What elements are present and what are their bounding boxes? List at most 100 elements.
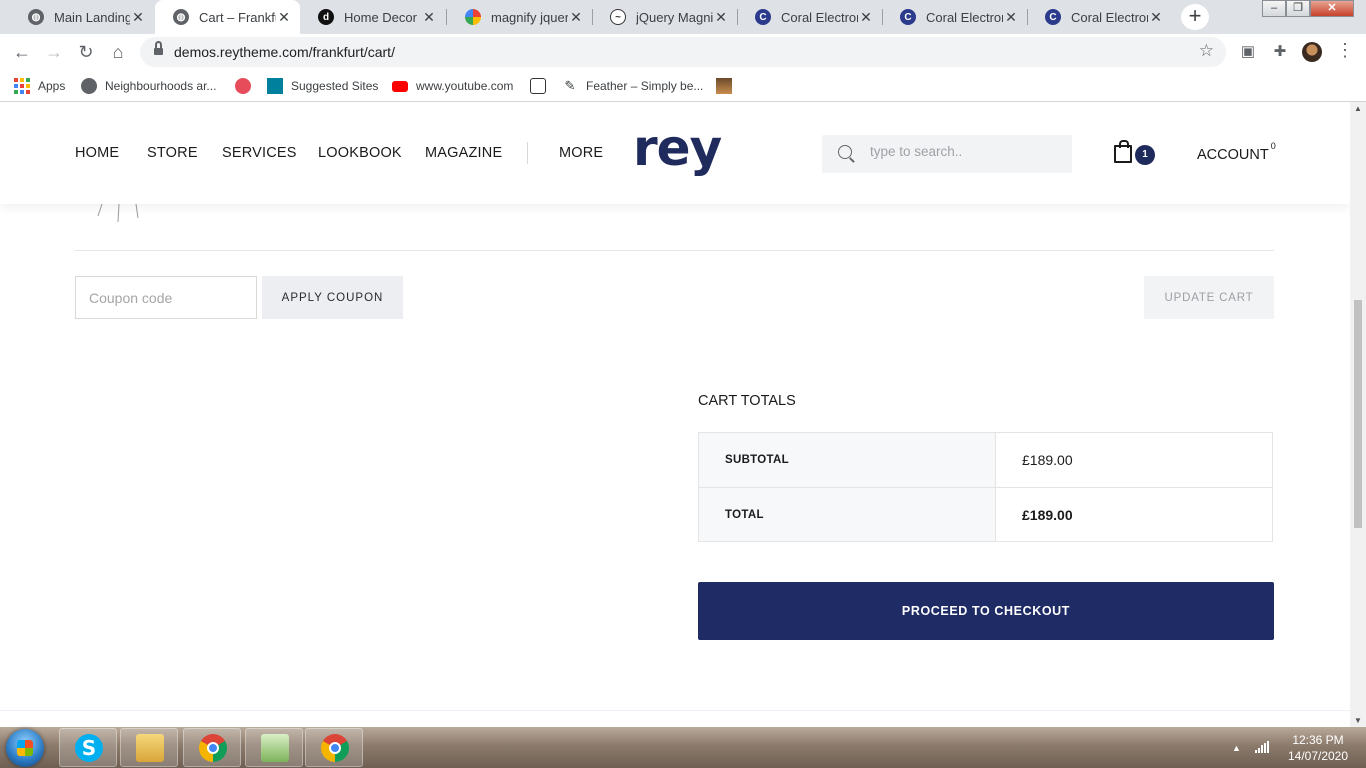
window-close-button[interactable]: ✕: [1310, 0, 1354, 17]
menu-store[interactable]: STORE: [147, 145, 198, 161]
clock-date: 14/07/2020: [1287, 749, 1349, 763]
close-tab-icon[interactable]: ✕: [713, 9, 729, 26]
bookmark-thumbnail[interactable]: [716, 76, 740, 96]
browser-tab[interactable]: ~ jQuery Magnifi ✕: [592, 0, 737, 34]
scrollbar-thumb[interactable]: [1354, 300, 1362, 528]
subtotal-row: SUBTOTAL £189.00: [699, 433, 1272, 487]
menu-lookbook[interactable]: LOOKBOOK: [318, 145, 402, 161]
globe-icon: ◍: [173, 9, 189, 25]
apply-coupon-button[interactable]: APPLY COUPON: [262, 276, 403, 319]
bookmark-pinwheel[interactable]: [235, 76, 259, 96]
reload-icon[interactable]: ↻: [74, 40, 98, 64]
bookmark-neighbourhoods[interactable]: Neighbourhoods ar...: [81, 76, 216, 96]
bookmark-youtube[interactable]: www.youtube.com: [392, 76, 513, 96]
taskbar-chrome[interactable]: [183, 728, 241, 767]
subtotal-label: SUBTOTAL: [699, 433, 996, 487]
subtotal-value: £189.00: [1022, 452, 1073, 468]
jquery-icon: ~: [610, 9, 626, 25]
chrome-icon: [199, 734, 227, 762]
close-tab-icon[interactable]: ✕: [568, 9, 584, 26]
windows-taskbar: S ▲ 12:36 PM 14/07/2020: [0, 727, 1366, 768]
google-icon: [465, 9, 481, 25]
profile-avatar[interactable]: [1302, 42, 1322, 62]
close-tab-icon[interactable]: ✕: [1148, 9, 1164, 26]
account-label: ACCOUNT: [1197, 146, 1269, 163]
update-cart-button[interactable]: UPDATE CART: [1144, 276, 1274, 319]
site-logo[interactable]: rey: [633, 119, 722, 177]
shopping-bag-icon[interactable]: [1114, 140, 1132, 163]
browser-tab-active[interactable]: ◍ Cart – Frankfurt ✕: [155, 0, 300, 34]
site-header: HOME STORE SERVICES LOOKBOOK MAGAZINE MO…: [0, 102, 1350, 204]
browser-tab[interactable]: ◍ Main Landing P ✕: [10, 0, 154, 34]
footer-strip: [0, 710, 1350, 711]
coupon-code-input[interactable]: [75, 276, 257, 319]
search-input[interactable]: [870, 144, 1060, 159]
back-arrow-icon[interactable]: ←: [10, 40, 34, 64]
url-text[interactable]: demos.reytheme.com/frankfurt/cart/: [174, 44, 395, 60]
start-button[interactable]: [6, 729, 44, 767]
clock-time: 12:36 PM: [1292, 733, 1344, 747]
browser-tab[interactable]: C Coral Electronic ✕: [882, 0, 1027, 34]
page-scrollbar[interactable]: ▲ ▼: [1350, 102, 1366, 727]
globe-icon: ◍: [28, 9, 44, 25]
forward-arrow-icon[interactable]: →: [42, 40, 66, 64]
coral-icon: C: [900, 9, 916, 25]
network-signal-icon[interactable]: [1255, 741, 1269, 753]
close-tab-icon[interactable]: ✕: [421, 9, 437, 26]
globe-icon: [81, 78, 97, 94]
browser-tab[interactable]: magnify jquery ✕: [447, 0, 592, 34]
close-tab-icon[interactable]: ✕: [130, 9, 146, 26]
bookmark-feather[interactable]: ✎ Feather – Simply be...: [562, 76, 704, 96]
search-icon[interactable]: [838, 145, 852, 159]
taskbar-skype[interactable]: S: [59, 728, 117, 767]
bookmark-figure[interactable]: [530, 76, 554, 96]
restore-button[interactable]: ❐: [1286, 0, 1310, 17]
total-label: TOTAL: [699, 488, 996, 541]
cart-count-badge[interactable]: 1: [1135, 145, 1155, 165]
cart-totals-table: SUBTOTAL £189.00 TOTAL £189.00: [698, 432, 1273, 542]
system-clock[interactable]: 12:36 PM 14/07/2020: [1280, 732, 1356, 764]
site-search[interactable]: [822, 135, 1072, 173]
scroll-down-arrow-icon[interactable]: ▼: [1350, 716, 1366, 725]
extensions-puzzle-icon[interactable]: ✚: [1270, 42, 1290, 62]
tray-expand-icon[interactable]: ▲: [1232, 743, 1241, 753]
close-tab-icon[interactable]: ✕: [1003, 9, 1019, 26]
chrome-icon: [321, 734, 349, 762]
browser-tab[interactable]: C Coral Electronic ✕: [737, 0, 882, 34]
bookmark-star-icon[interactable]: ☆: [1199, 41, 1214, 61]
new-tab-button[interactable]: +: [1181, 4, 1209, 30]
menu-services[interactable]: SERVICES: [222, 145, 297, 161]
browser-toolbar: ← → ↻ ⌂ demos.reytheme.com/frankfurt/car…: [0, 34, 1366, 70]
taskbar-editor[interactable]: [245, 728, 303, 767]
menu-divider: [527, 142, 528, 164]
cart-table-divider: [75, 250, 1274, 251]
menu-magazine[interactable]: MAGAZINE: [425, 145, 502, 161]
camera-icon[interactable]: ▣: [1238, 42, 1258, 62]
explorer-icon: [136, 734, 164, 762]
address-bar[interactable]: demos.reytheme.com/frankfurt/cart/ ☆: [140, 37, 1226, 67]
bookmarks-bar: Apps Neighbourhoods ar... Suggested Site…: [0, 70, 1366, 102]
bookmark-apps[interactable]: Apps: [14, 76, 65, 96]
account-count: 0: [1270, 141, 1276, 151]
menu-more[interactable]: MORE: [559, 145, 603, 161]
home-icon[interactable]: ⌂: [106, 40, 130, 64]
scroll-up-arrow-icon[interactable]: ▲: [1350, 104, 1366, 113]
product-image-fragment: [97, 204, 139, 223]
proceed-to-checkout-button[interactable]: PROCEED TO CHECKOUT: [698, 582, 1274, 640]
menu-kebab-icon[interactable]: ⋮: [1336, 40, 1354, 60]
close-tab-icon[interactable]: ✕: [858, 9, 874, 26]
lock-icon: [154, 41, 163, 56]
menu-home[interactable]: HOME: [75, 145, 119, 161]
browser-tab[interactable]: d Home Decor ✕: [300, 0, 445, 34]
minimize-button[interactable]: –: [1262, 0, 1286, 17]
editor-icon: [261, 734, 289, 762]
coral-icon: C: [755, 9, 771, 25]
taskbar-chrome-2[interactable]: [305, 728, 363, 767]
feather-icon: ✎: [564, 78, 576, 93]
close-tab-icon[interactable]: ✕: [276, 9, 292, 26]
bookmark-suggested-sites[interactable]: Suggested Sites: [267, 76, 378, 96]
browser-tab[interactable]: C Coral Electronic ✕: [1027, 0, 1172, 34]
account-link[interactable]: ACCOUNT0: [1197, 141, 1276, 163]
taskbar-explorer[interactable]: [120, 728, 178, 767]
window-controls: – ❐ ✕: [1262, 0, 1354, 18]
